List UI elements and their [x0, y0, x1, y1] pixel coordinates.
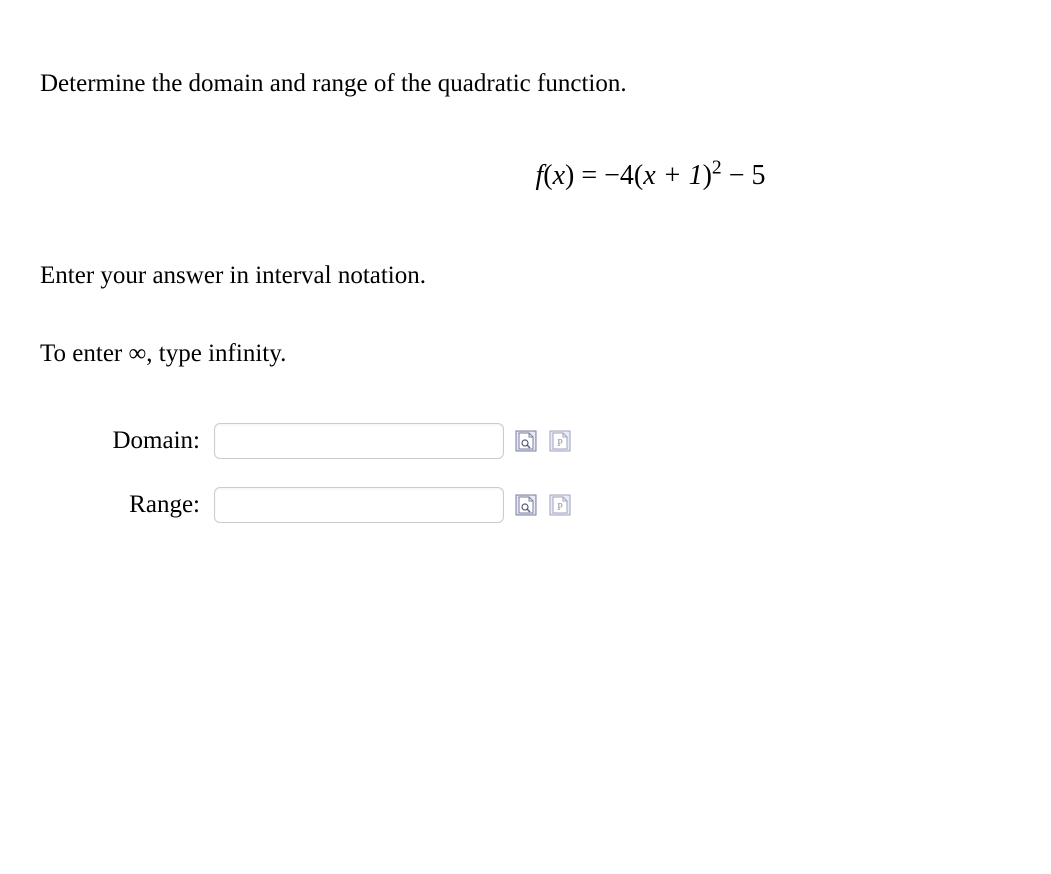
range-row: Range: P [40, 487, 1011, 523]
eq-tail: − 5 [722, 160, 766, 191]
range-input[interactable] [214, 487, 504, 523]
eq-inside: x + 1 [643, 160, 702, 191]
infinity-note: To enter ∞, type infinity. [40, 340, 1011, 368]
domain-input[interactable] [214, 423, 504, 459]
eq-lparen: ( [543, 160, 552, 191]
eq-coef: −4( [604, 160, 643, 191]
eq-equals: = [574, 160, 604, 191]
domain-label: Domain: [50, 427, 214, 455]
help-icon[interactable]: P [548, 493, 572, 517]
instruction-text: Enter your answer in interval notation. [40, 262, 1011, 290]
preview-icon[interactable] [514, 429, 538, 453]
eq-exp: 2 [712, 158, 722, 179]
domain-row: Domain: P [40, 423, 1011, 459]
eq-rparen: ) [565, 160, 574, 191]
help-icon[interactable]: P [548, 429, 572, 453]
eq-rparen2: ) [703, 160, 712, 191]
preview-icon[interactable] [514, 493, 538, 517]
equation-display: f(x) = −4(x + 1)2 − 5 [40, 158, 1011, 192]
question-text: Determine the domain and range of the qu… [40, 70, 1011, 98]
range-label: Range: [50, 491, 214, 519]
equation: f(x) = −4(x + 1)2 − 5 [535, 160, 765, 191]
svg-text:P: P [557, 502, 563, 513]
svg-text:P: P [557, 438, 563, 449]
eq-var: x [553, 160, 565, 191]
